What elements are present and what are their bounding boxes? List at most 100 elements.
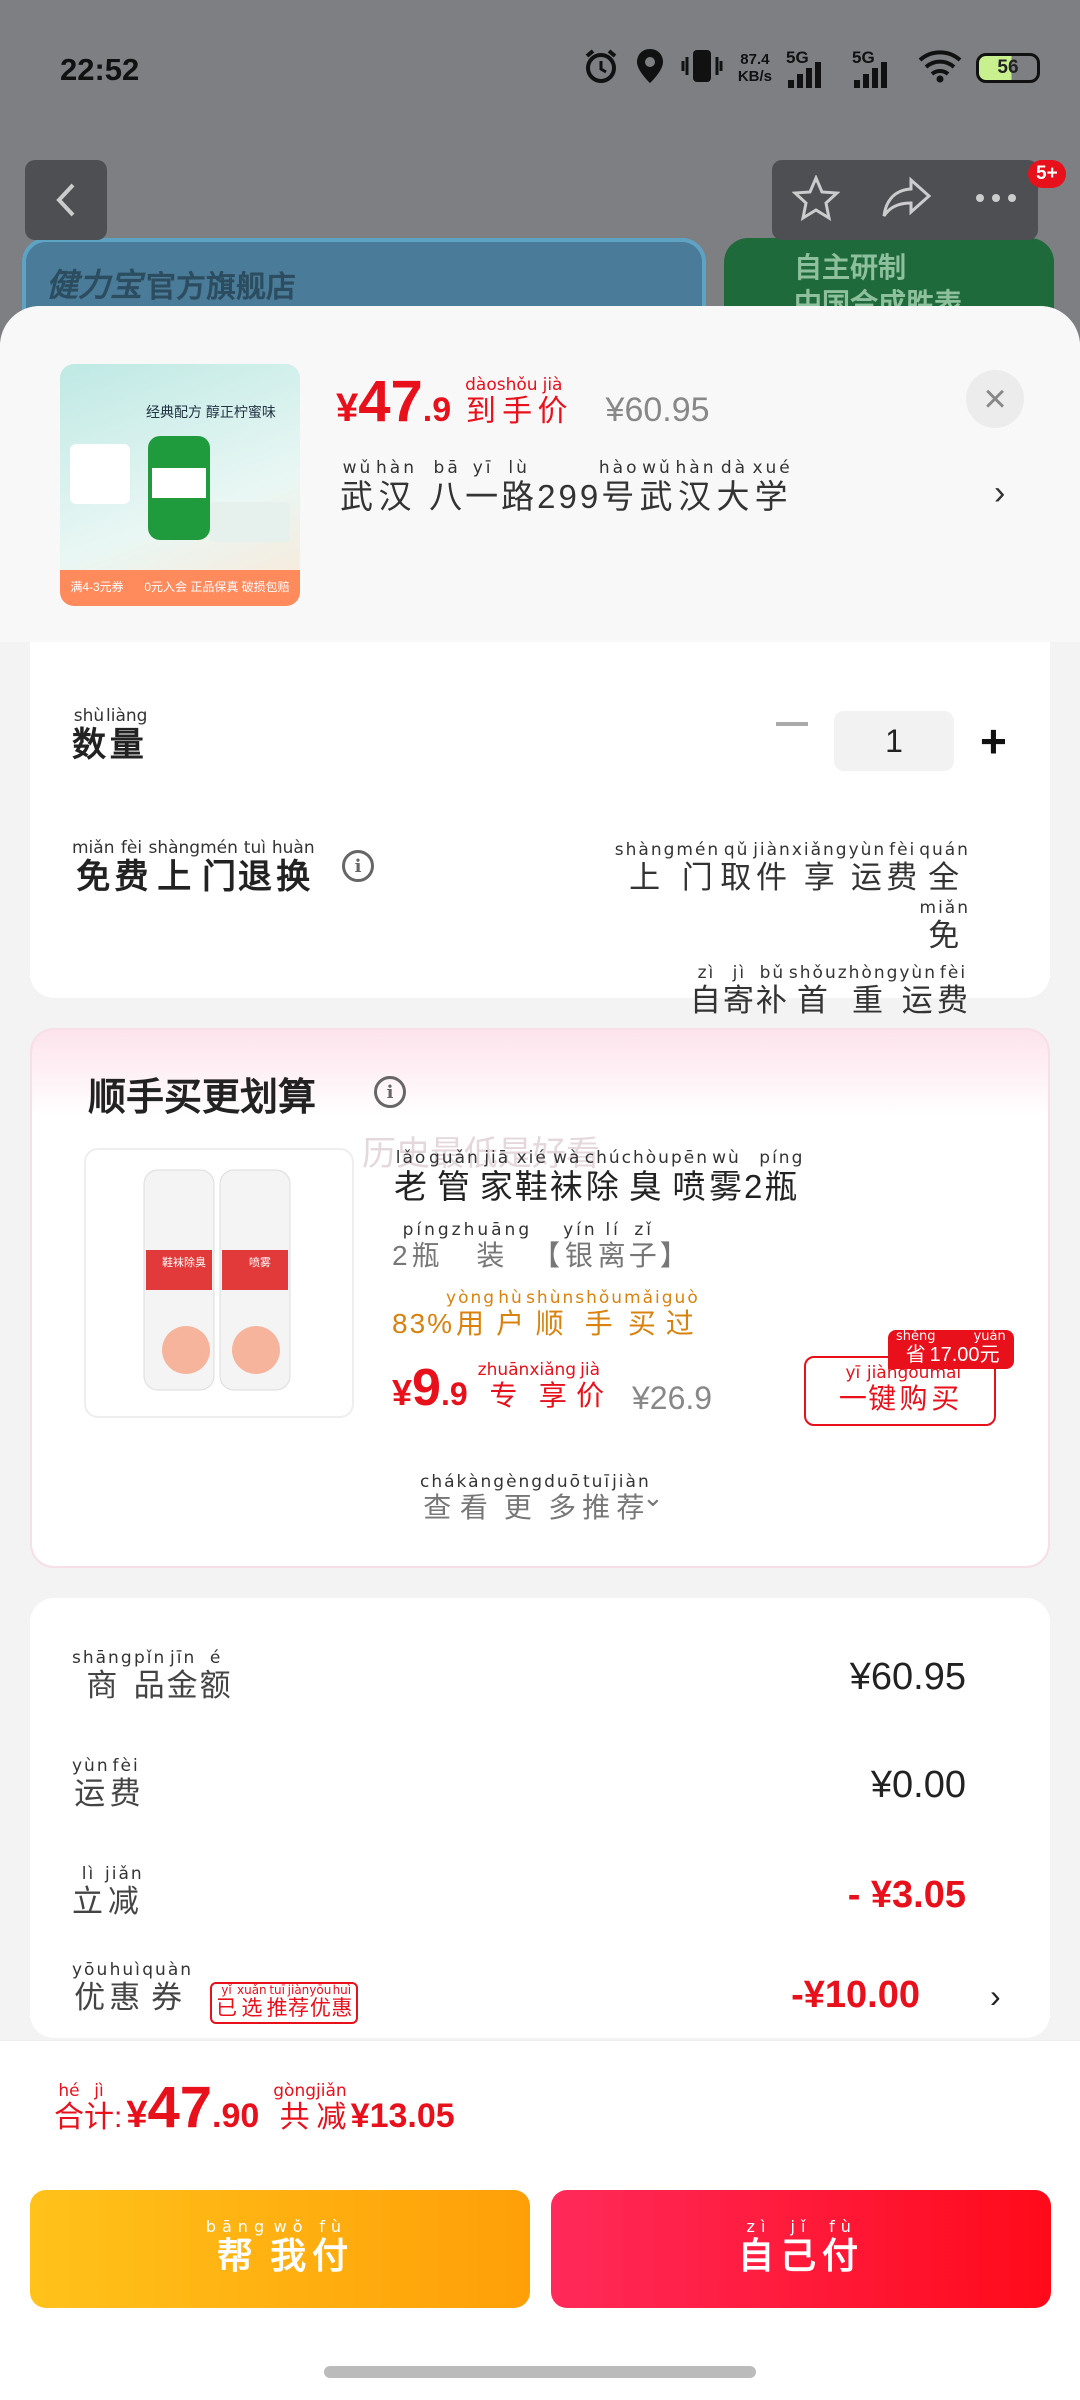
ruby-char: 老lǎo [394,1148,429,1205]
ruby-char: 已yǐ [216,1983,237,2020]
pay-for-me-button[interactable]: 帮bāng我wǒ付fù [30,2190,530,2308]
coupon-value[interactable]: -¥10.00 [620,1974,920,2017]
buy-rate-pct: 83% [392,1308,455,1339]
free-return-desc: 上shàng门mén取qǔ件jiàn享xiǎng运yùn费fèi全quán免mi… [590,840,970,1030]
ruby-char: 付fù [822,2217,865,2276]
save-char: 省shěng [896,1329,936,1366]
ruby-char: 推tuī [582,1472,613,1523]
pay-myself-button[interactable]: 自zì己jǐ付fù [551,2190,1051,2308]
ruby-char: 看kàn [456,1472,494,1523]
net-speed-value: 87.4 [740,51,770,68]
product-price-row: ¥47.9 到dào手shǒu价jià ¥60.95 [336,368,710,435]
chevron-down-icon[interactable]: ⌄ [642,1482,664,1513]
ruby-char: 减jiǎn [105,1864,144,1919]
battery-level: 56 [997,57,1019,78]
final-price-label: 到dào手shǒu价jià [465,375,568,430]
goods-amount-value: ¥60.95 [849,1656,966,1698]
ruby-char: 优yōu [309,1983,332,2020]
ruby-char: 管guǎn [429,1148,480,1205]
ruby-char: 价jià [537,375,568,428]
save-unit: 元yuán [973,1329,1006,1366]
free-return-label: 免miǎn费fèi上shàng门mén退tuì换huàn [72,838,315,898]
ruby-char: 多duō [544,1472,583,1523]
share-icon[interactable] [881,176,933,225]
see-more-link[interactable]: 查chá看kàn更gèng多duō推tuī荐jiàn [420,1472,651,1526]
ruby-char: 【 [532,1240,564,1271]
ruby-char: 手shǒu [575,1288,625,1339]
coupon-label: 优yōu惠huì券quàn [72,1960,193,2017]
info-icon[interactable]: i [342,850,374,882]
favorite-icon[interactable] [791,173,841,226]
ruby-char: 优yōu [72,1960,110,2015]
coupon-selected-tag: 已yǐ选xuǎn推tuī荐jiàn优yōu惠huì [210,1982,359,2024]
total-dec: .90 [212,2097,260,2135]
location-icon [634,47,666,90]
ruby-char: 帮bāng [205,2217,271,2276]
store-name: 官方旗舰店 [146,271,296,304]
ruby-char: 买mǎi [624,1288,662,1339]
ruby-char: 费fèi [936,963,970,1018]
quantity-minus-button[interactable] [776,722,808,726]
delivery-address[interactable]: 武wǔ汉hàn 八bā一yī路lù299号hào武wǔ汉hàn大dà学xué [340,458,793,518]
address-number: 299 [537,478,602,515]
ruby-char: 商shāng [72,1648,134,1703]
total-colon: : [114,2101,123,2134]
network-speed: 87.4 KB/s [738,51,772,85]
coupon-chevron-icon[interactable]: › [990,1978,1001,2015]
quantity-plus-button[interactable]: + [980,716,1007,766]
ruby-char: 臭chòu [621,1148,671,1205]
addon-product-image[interactable]: 鞋袜除臭 喷雾 [84,1148,354,1418]
ruby-char: 一yī [465,458,502,515]
ruby-char: 计jì [84,2081,114,2134]
ruby-char: 】 [659,1240,691,1271]
thumb-coupon: 满4-3元券 [70,580,124,594]
promo-banner-line1: 自主研制 [794,252,907,283]
ruby-char: 运yùn [72,1756,110,1811]
ruby-char: 全quán [919,840,970,895]
addon-price: ¥9.9 专zhuān享xiǎng价jià [392,1358,604,1418]
more-icon[interactable] [974,191,1018,209]
instant-discount-value: - ¥3.05 [847,1874,966,1916]
back-button[interactable] [25,160,107,240]
ruby-char: 装zhuāng [451,1220,533,1271]
ruby-char: 武wǔ [639,458,676,515]
home-indicator[interactable] [324,2366,756,2378]
final-price: ¥47.9 [336,368,451,435]
addon-spec-text: 瓶píng装zhuāng【银yín离lí子zǐ】 [403,1220,691,1271]
signal-icon [854,62,887,88]
ruby-char: 共gòng [273,2081,317,2134]
close-button[interactable]: × [966,370,1024,428]
info-icon[interactable]: i [374,1076,406,1108]
ruby-char: 门mén [200,838,238,896]
address-chevron-icon[interactable]: › [994,474,1005,513]
ruby-char: 更gèng [493,1472,545,1523]
battery-icon: 56 [976,53,1040,83]
addon-price-dec: .9 [440,1376,468,1412]
ruby-char: 门mén [676,840,721,895]
ruby-char: 路lù [501,458,538,515]
ruby-char: 顺shùn [526,1288,576,1339]
ruby-char: 自zì [737,2217,780,2276]
top-actions [772,160,1038,240]
quantity-input[interactable]: 1 [834,711,954,771]
addon-section-title: 顺手买更划算 [88,1077,317,1119]
ruby-char: 上shàng [614,840,677,895]
ruby-char: 除chú [584,1148,622,1205]
free-return-line2: 自zì寄jì补bǔ首shǒu重zhòng运yùn费fèi [590,963,970,1030]
close-icon: × [983,376,1007,421]
ruby-char: 雾wù [708,1148,744,1205]
ruby-char: 一yī [838,1363,867,1414]
ruby-char: 惠huì [331,1983,353,2020]
addon-original-price: ¥26.9 [632,1380,713,1416]
exclusive-price-label: 专zhuān享xiǎng价jià [478,1360,604,1414]
total-symbol: ¥ [126,2094,148,2136]
ruby-char: 鞋xié [514,1148,550,1205]
ruby-char [417,478,429,515]
ruby-char: 费fèi [109,1756,143,1811]
ruby-char: 用yòng [446,1288,497,1339]
ruby-char: 重zhòng [837,963,900,1018]
ruby-char: 买mǎi [929,1363,962,1414]
ruby-char: 自zì [689,963,723,1018]
ruby-char: 退tuì [237,838,272,896]
addon-product-title[interactable]: 老lǎo管guǎn家jiā鞋xié袜wà除chú臭chòu喷pēn雾wù2瓶pí… [394,1148,804,1208]
